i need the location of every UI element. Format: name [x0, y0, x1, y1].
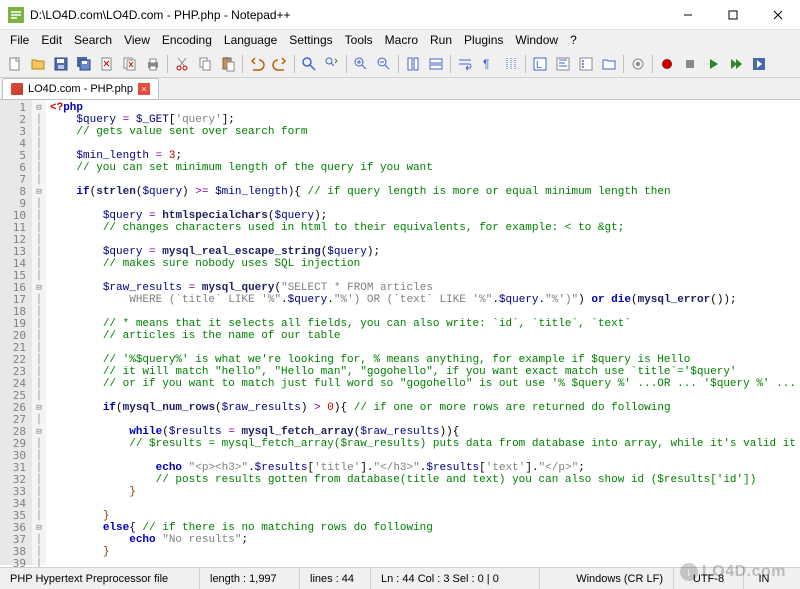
menu-encoding[interactable]: Encoding	[156, 31, 218, 49]
doc-map-button[interactable]	[552, 53, 574, 75]
menu-?[interactable]: ?	[564, 31, 583, 49]
download-icon: ↓	[680, 563, 698, 581]
tabbar: LO4D.com - PHP.php ×	[0, 78, 800, 100]
close-all-button[interactable]	[119, 53, 141, 75]
close-file-button[interactable]	[96, 53, 118, 75]
close-button[interactable]	[755, 0, 800, 29]
window-controls	[665, 0, 800, 29]
status-eol[interactable]: Windows (CR LF)	[540, 568, 674, 589]
zoom-out-button[interactable]	[373, 53, 395, 75]
tab-close-icon[interactable]: ×	[138, 83, 150, 95]
menu-settings[interactable]: Settings	[283, 31, 338, 49]
sync-h-button[interactable]	[425, 53, 447, 75]
toolbar-separator	[623, 55, 624, 73]
maximize-button[interactable]	[710, 0, 755, 29]
replace-button[interactable]	[321, 53, 343, 75]
menu-file[interactable]: File	[4, 31, 35, 49]
toolbar-separator	[294, 55, 295, 73]
undo-button[interactable]	[246, 53, 268, 75]
menu-search[interactable]: Search	[68, 31, 118, 49]
menu-plugins[interactable]: Plugins	[458, 31, 509, 49]
macro-stop-button[interactable]	[679, 53, 701, 75]
window-title: D:\LO4D.com\LO4D.com - PHP.php - Notepad…	[30, 8, 665, 22]
status-lines: lines : 44	[300, 568, 370, 589]
titlebar: D:\LO4D.com\LO4D.com - PHP.php - Notepad…	[0, 0, 800, 30]
editor[interactable]: 1234567891011121314151617181920212223242…	[0, 100, 800, 565]
watermark: ↓ LO4D.com	[680, 563, 786, 581]
status-length: length : 1,997	[200, 568, 300, 589]
menu-edit[interactable]: Edit	[35, 31, 68, 49]
word-wrap-button[interactable]	[454, 53, 476, 75]
macro-save-button[interactable]	[748, 53, 770, 75]
php-file-icon	[11, 83, 23, 95]
fold-column[interactable]: ⊟││││││⊟│││││││⊟│││││││││⊟│⊟│││││││⊟│││	[32, 100, 46, 565]
macro-play-multi-button[interactable]	[725, 53, 747, 75]
toolbar: ¶ L	[0, 50, 800, 78]
line-number-gutter: 1234567891011121314151617181920212223242…	[0, 100, 32, 565]
redo-button[interactable]	[269, 53, 291, 75]
macro-play-button[interactable]	[702, 53, 724, 75]
svg-text:L: L	[536, 60, 542, 71]
status-filetype: PHP Hypertext Preprocessor file	[0, 568, 200, 589]
print-button[interactable]	[142, 53, 164, 75]
paste-button[interactable]	[217, 53, 239, 75]
toolbar-separator	[167, 55, 168, 73]
monitor-button[interactable]	[627, 53, 649, 75]
func-list-button[interactable]	[575, 53, 597, 75]
status-position: Ln : 44 Col : 3 Sel : 0 | 0	[370, 568, 540, 589]
tab-label: LO4D.com - PHP.php	[28, 83, 133, 95]
udl-button[interactable]: L	[529, 53, 551, 75]
watermark-text: LO4D.com	[702, 563, 786, 581]
app-icon	[8, 7, 24, 23]
toolbar-separator	[242, 55, 243, 73]
find-button[interactable]	[298, 53, 320, 75]
new-file-button[interactable]	[4, 53, 26, 75]
tab-file[interactable]: LO4D.com - PHP.php ×	[2, 78, 159, 99]
save-all-button[interactable]	[73, 53, 95, 75]
zoom-in-button[interactable]	[350, 53, 372, 75]
macro-record-button[interactable]	[656, 53, 678, 75]
menu-view[interactable]: View	[118, 31, 156, 49]
save-button[interactable]	[50, 53, 72, 75]
svg-text:¶: ¶	[483, 57, 489, 71]
toolbar-separator	[652, 55, 653, 73]
open-file-button[interactable]	[27, 53, 49, 75]
toolbar-separator	[346, 55, 347, 73]
toolbar-separator	[398, 55, 399, 73]
sync-v-button[interactable]	[402, 53, 424, 75]
toolbar-separator	[525, 55, 526, 73]
toolbar-separator	[450, 55, 451, 73]
menu-run[interactable]: Run	[424, 31, 458, 49]
show-all-chars-button[interactable]: ¶	[477, 53, 499, 75]
menu-window[interactable]: Window	[509, 31, 564, 49]
folder-button[interactable]	[598, 53, 620, 75]
menubar: FileEditSearchViewEncodingLanguageSettin…	[0, 30, 800, 50]
code-area[interactable]: <?php $query = $_GET['query']; // gets v…	[46, 100, 800, 565]
menu-macro[interactable]: Macro	[379, 31, 424, 49]
cut-button[interactable]	[171, 53, 193, 75]
indent-guide-button[interactable]	[500, 53, 522, 75]
copy-button[interactable]	[194, 53, 216, 75]
menu-tools[interactable]: Tools	[339, 31, 379, 49]
menu-language[interactable]: Language	[218, 31, 283, 49]
minimize-button[interactable]	[665, 0, 710, 29]
